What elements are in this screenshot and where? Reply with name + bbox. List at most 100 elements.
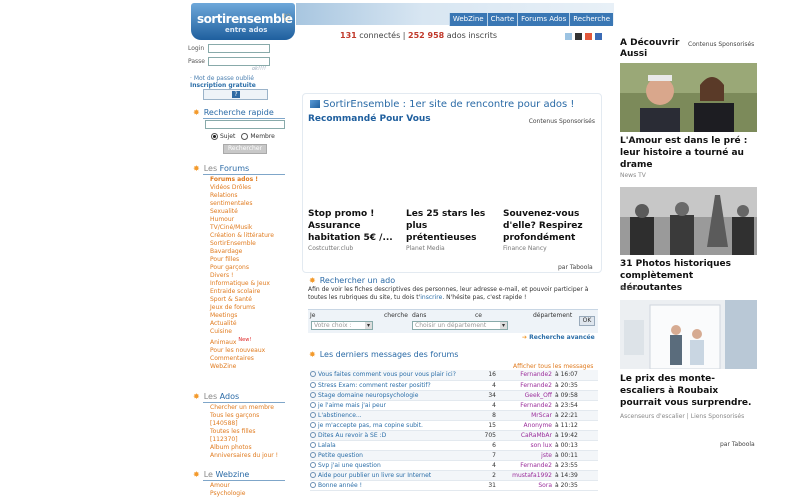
quick-search-button[interactable]: Rechercher bbox=[223, 144, 267, 154]
theme-swatch-red[interactable] bbox=[585, 33, 592, 40]
theme-swatch-black[interactable] bbox=[575, 33, 582, 40]
nav-forums-ados[interactable]: Forums Ados bbox=[517, 13, 570, 26]
menu-item-entraide-scolaire[interactable]: Entraide scolaire bbox=[210, 288, 280, 296]
post-subject[interactable]: Stress Exam: comment rester positif? bbox=[310, 380, 472, 391]
post-author[interactable]: son lux bbox=[502, 440, 552, 451]
promo-item[interactable]: Les 25 stars les plus prétentieuses Plan… bbox=[406, 208, 498, 252]
menu-item-humour[interactable]: Humour bbox=[210, 216, 280, 224]
post-author[interactable]: Fernande2 bbox=[502, 370, 552, 381]
post-author[interactable]: MrScar bbox=[502, 410, 552, 421]
post-author[interactable]: mustafa1992 bbox=[502, 470, 552, 481]
menu-item-psychologie[interactable]: Psychologie bbox=[210, 490, 245, 498]
menu-item-webzine[interactable]: WebZine bbox=[210, 363, 280, 371]
ad-image-stairlift[interactable] bbox=[620, 300, 757, 369]
radio-subject[interactable] bbox=[211, 133, 218, 140]
menu-item-relations-sentimentales[interactable]: Relations sentimentales bbox=[210, 192, 280, 208]
table-row[interactable]: Lalala 6 son lux à 00:13 bbox=[310, 440, 598, 451]
table-row[interactable]: Svp j'ai une question 4 Fernande2 à 23:55 bbox=[310, 460, 598, 471]
menu-item-tous-les-garcons-140588[interactable]: Tous les garçons [140588] bbox=[210, 412, 280, 428]
table-row[interactable]: L'abstinence... 8 MrScar à 22:21 bbox=[310, 410, 598, 421]
site-logo[interactable]: sortirensemble entre ados ♡ bbox=[191, 3, 295, 40]
ad-title[interactable]: L'Amour est dans le pré : leur histoire … bbox=[620, 135, 757, 171]
menu-item-sortirensemble[interactable]: SortirEnsemble bbox=[210, 240, 280, 248]
help-box[interactable]: ? bbox=[203, 89, 268, 100]
menu-item-actualite[interactable]: Actualité bbox=[210, 320, 280, 328]
login-submit-button[interactable]: ok!!!! bbox=[252, 66, 266, 72]
nav-recherche[interactable]: Recherche bbox=[569, 13, 613, 26]
ad-title[interactable]: 31 Photos historiques complètement dérou… bbox=[620, 258, 757, 294]
post-subject[interactable]: je m'accepte pas, ma copine subit. bbox=[310, 420, 472, 431]
post-subject[interactable]: L'abstinence... bbox=[310, 410, 472, 421]
menu-item-amour[interactable]: Amour bbox=[210, 482, 245, 490]
post-author[interactable]: jste bbox=[502, 450, 552, 461]
table-row[interactable]: je l'aime mais j'ai peur 4 Fernande2 à 23:5… bbox=[310, 400, 598, 411]
post-subject[interactable]: Lalala bbox=[310, 440, 472, 451]
promo-item[interactable]: Souvenez-vous d'elle? Respirez profondém… bbox=[503, 208, 595, 252]
ad-image-couple[interactable] bbox=[620, 63, 757, 132]
table-row[interactable]: Petite question 7 jste à 00:11 bbox=[310, 450, 598, 461]
table-row[interactable]: Bonne année ! 31 Sora à 20:35 bbox=[310, 480, 598, 491]
menu-item-tv-cine-musik[interactable]: TV/Ciné/Musik bbox=[210, 224, 280, 232]
ad-image-historic[interactable] bbox=[620, 187, 757, 255]
menu-item-forums-ados[interactable]: Forums ados ! bbox=[210, 176, 280, 184]
table-row[interactable]: Stage domaine neuropsychologie 34 Geek_Off… bbox=[310, 390, 598, 401]
taboola-right-link[interactable]: par Taboola bbox=[720, 441, 755, 448]
menu-item-meetings[interactable]: Meetings bbox=[210, 312, 280, 320]
menu-item-commentaires[interactable]: Commentaires bbox=[210, 355, 280, 363]
menu-item-sexualite[interactable]: Sexualité bbox=[210, 208, 280, 216]
menu-item-informatique-jeux[interactable]: Informatique & Jeux bbox=[210, 280, 280, 288]
menu-item-bavardage[interactable]: Bavardage bbox=[210, 248, 280, 256]
ad-title[interactable]: Le prix des monte-escaliers à Roubaix po… bbox=[620, 373, 757, 409]
menu-item-album-photos[interactable]: Album photos bbox=[210, 444, 280, 452]
radio-member[interactable] bbox=[241, 133, 249, 140]
post-subject[interactable]: Vous faites comment vous pour vous plair… bbox=[310, 370, 472, 381]
menu-item-sport-sante[interactable]: Sport & Santé bbox=[210, 296, 280, 304]
menu-item-jeux-de-forums[interactable]: Jeux de forums bbox=[210, 304, 280, 312]
menu-item-pour-les-nouveaux[interactable]: Pour les nouveaux bbox=[210, 347, 280, 355]
post-author[interactable]: Anonyme bbox=[502, 420, 552, 431]
menu-item-toutes-les-filles-112370[interactable]: Toutes les filles [112370] bbox=[210, 428, 280, 444]
taboola-link[interactable]: par Taboola bbox=[558, 264, 593, 271]
menu-item-chercher-un-membre[interactable]: Chercher un membre bbox=[210, 404, 280, 412]
post-author[interactable]: Fernande2 bbox=[502, 380, 552, 391]
theme-swatch-darkblue[interactable] bbox=[595, 33, 602, 40]
post-author[interactable]: Fernande2 bbox=[502, 460, 552, 471]
menu-item-videos-droles[interactable]: Vidéos Drôles bbox=[210, 184, 280, 192]
advanced-search-link[interactable]: Recherche avancée bbox=[522, 334, 595, 341]
post-subject[interactable]: Svp j'ai une question bbox=[310, 460, 472, 471]
post-author[interactable]: Geek_Off bbox=[502, 390, 552, 401]
search-ok-button[interactable]: OK bbox=[579, 316, 595, 326]
menu-item-anniversaires-du-jour[interactable]: Anniversaires du jour ! bbox=[210, 452, 280, 460]
table-row[interactable]: Stress Exam: comment rester positif? 4 Fer… bbox=[310, 380, 598, 391]
promo-item[interactable]: Stop promo ! Assurance habitation 5€ /..… bbox=[308, 208, 400, 252]
show-all-messages-link[interactable]: Afficher tous les messages bbox=[513, 363, 593, 370]
post-subject[interactable]: je l'aime mais j'ai peur bbox=[310, 400, 472, 411]
forgot-password-link[interactable]: · Mot de passe oublié bbox=[190, 75, 254, 82]
post-author[interactable]: CaRaMbAr bbox=[502, 430, 552, 441]
choice-select[interactable]: Votre choix : bbox=[311, 321, 373, 330]
table-row[interactable]: Dites Au revoir à SE :D 705 CaRaMbAr à 19:4… bbox=[310, 430, 598, 441]
table-row[interactable]: Aide pour publier un livre sur Internet 2… bbox=[310, 470, 598, 481]
post-author[interactable]: Sora bbox=[502, 480, 552, 491]
post-author[interactable]: Fernande2 bbox=[502, 400, 552, 411]
department-select[interactable]: Choisir un département bbox=[412, 321, 508, 330]
post-subject[interactable]: Dites Au revoir à SE :D bbox=[310, 430, 472, 441]
table-row[interactable]: Vous faites comment vous pour vous plair… bbox=[310, 370, 598, 381]
post-subject[interactable]: Stage domaine neuropsychologie bbox=[310, 390, 472, 401]
right-sponsored-label[interactable]: Contenus Sponsorisés bbox=[688, 41, 754, 48]
register-inline-link[interactable]: inscrire bbox=[420, 294, 442, 301]
menu-item-pour-filles[interactable]: Pour filles bbox=[210, 256, 280, 264]
login-input[interactable] bbox=[208, 44, 270, 53]
register-link[interactable]: Inscription gratuite bbox=[190, 82, 256, 89]
menu-item-pour-garcons[interactable]: Pour garçons bbox=[210, 264, 280, 272]
menu-item-creation-litterature[interactable]: Création & littérature bbox=[210, 232, 280, 240]
nav-charte[interactable]: Charte bbox=[486, 13, 518, 26]
quick-search-input[interactable] bbox=[205, 120, 285, 129]
post-subject[interactable]: Aide pour publier un livre sur Internet bbox=[310, 470, 472, 481]
menu-item-divers[interactable]: Divers ! bbox=[210, 272, 280, 280]
theme-swatch-blue[interactable] bbox=[565, 33, 572, 40]
menu-item-animaux[interactable]: Animaux New! bbox=[210, 336, 280, 347]
post-subject[interactable]: Petite question bbox=[310, 450, 472, 461]
sponsored-label[interactable]: Contenus Sponsorisés bbox=[529, 118, 595, 125]
table-row[interactable]: je m'accepte pas, ma copine subit. 15 Anon… bbox=[310, 420, 598, 431]
